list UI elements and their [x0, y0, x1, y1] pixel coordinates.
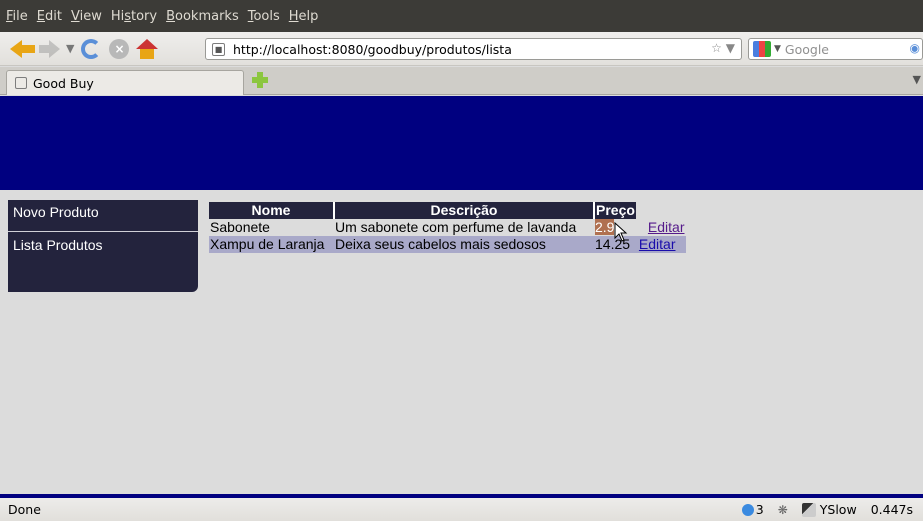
menu-edit[interactable]: Edit: [37, 9, 62, 24]
page-favicon-icon: [15, 77, 27, 89]
page-identity-icon[interactable]: ■: [212, 42, 225, 56]
menubar: File Edit View History Bookmarks Tools H…: [0, 0, 923, 32]
header-descricao: Descrição: [334, 202, 595, 219]
yslow-icon[interactable]: [801, 502, 816, 517]
menu-tools[interactable]: Tools: [248, 9, 280, 24]
star-icon[interactable]: ☆: [711, 41, 722, 55]
mouse-cursor-icon: [614, 222, 628, 242]
tab-bar: Good Buy ▼: [0, 67, 923, 95]
table-header-row: Nome Descrição Preço: [209, 202, 686, 219]
back-button[interactable]: [10, 38, 35, 60]
menu-view[interactable]: View: [71, 9, 102, 24]
search-input[interactable]: Google: [785, 42, 829, 57]
page-content: Novo Produto Lista Produtos Nome Descriç…: [0, 190, 923, 494]
navigation-toolbar: ▼ × ■ http://localhost:8080/goodbuy/prod…: [0, 32, 923, 66]
history-dropdown-chevron-icon[interactable]: ▼: [66, 42, 74, 55]
url-bar[interactable]: ■ http://localhost:8080/goodbuy/produtos…: [205, 38, 742, 60]
stop-icon: ×: [109, 38, 130, 59]
header-nome: Nome: [209, 202, 335, 219]
reload-icon: [81, 38, 102, 59]
addon-sparkle-icon[interactable]: ❋: [778, 503, 788, 517]
cell-nome: Xampu de Laranja: [209, 236, 334, 253]
edit-link[interactable]: Editar: [639, 236, 676, 252]
home-icon: [136, 38, 159, 59]
menu-lista-produtos[interactable]: Lista Produtos: [8, 233, 198, 265]
magnifier-icon[interactable]: ◉: [910, 41, 920, 55]
cell-nome: Sabonete: [210, 219, 270, 235]
forward-arrow-icon: [38, 39, 60, 58]
search-engine-chevron-icon[interactable]: ▼: [774, 44, 781, 54]
home-button[interactable]: [136, 38, 159, 60]
cell-descricao: Um sabonete com perfume de lavanda: [335, 219, 577, 235]
forward-button[interactable]: [38, 38, 60, 60]
cell-descricao: Deixa seus cabelos mais sedosos: [334, 236, 594, 253]
header-blank: [636, 202, 686, 219]
menu-history[interactable]: History: [111, 9, 157, 24]
status-bar: Done 3 ❋ YSlow 0.447s: [0, 498, 923, 521]
google-icon[interactable]: [753, 41, 771, 57]
url-text[interactable]: http://localhost:8080/goodbuy/produtos/l…: [233, 42, 512, 57]
tab-good-buy[interactable]: Good Buy: [6, 70, 244, 95]
url-dropdown-chevron-icon[interactable]: ▼: [726, 41, 735, 55]
side-menu: Novo Produto Lista Produtos: [8, 200, 198, 292]
tab-label: Good Buy: [33, 75, 94, 91]
reload-button[interactable]: [80, 38, 102, 60]
selected-price-text: 2.9: [595, 219, 615, 235]
header-preco: Preço: [594, 202, 636, 219]
cell-action: Editar: [635, 236, 686, 253]
search-box[interactable]: ▼ Google ◉: [748, 38, 923, 60]
yslow-label[interactable]: YSlow: [820, 502, 857, 517]
menu-help[interactable]: Help: [289, 9, 319, 24]
cell-action: Editar: [636, 219, 686, 236]
notification-count[interactable]: 3: [756, 502, 764, 517]
menu-bookmarks[interactable]: Bookmarks: [166, 9, 239, 24]
new-tab-plus-icon[interactable]: [251, 71, 269, 89]
status-text: Done: [8, 502, 41, 517]
menu-novo-produto[interactable]: Novo Produto: [8, 200, 198, 232]
notification-bubble-icon[interactable]: [741, 503, 754, 516]
load-time: 0.447s: [870, 502, 913, 517]
edit-link[interactable]: Editar: [648, 219, 685, 235]
menu-file[interactable]: File: [6, 9, 28, 24]
list-tabs-chevron-icon[interactable]: ▼: [913, 73, 921, 86]
stop-button[interactable]: ×: [108, 38, 130, 60]
page-banner: [0, 96, 923, 190]
back-arrow-icon: [10, 39, 35, 59]
